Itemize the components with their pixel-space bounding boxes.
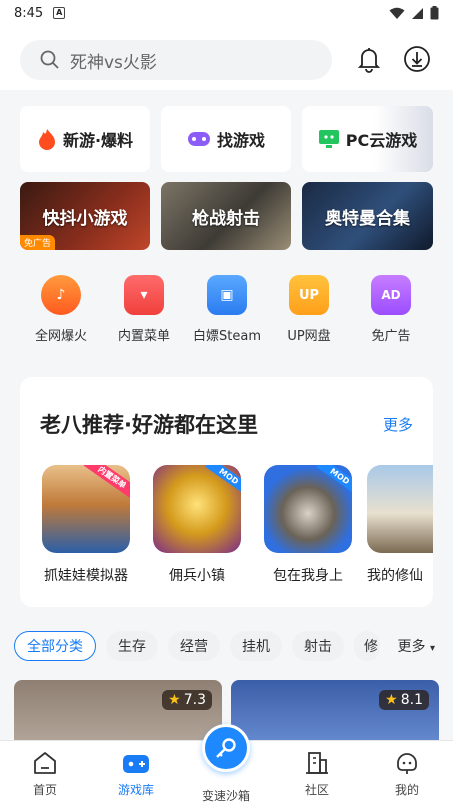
hot-flame-icon: ♪ (41, 275, 81, 315)
search-header: 死神vs火影 (0, 26, 453, 90)
status-time: 8:45 (14, 5, 44, 21)
chevron-down-icon: ▾ (429, 643, 435, 654)
quick-free-steam[interactable]: ▣ 白嫖Steam (182, 275, 272, 344)
download-icon[interactable] (402, 44, 432, 74)
tile-find-games[interactable]: 找游戏 (161, 106, 291, 172)
game-name: 包在我身上 (273, 568, 343, 584)
game-icon-mercenary-town: MOD (153, 465, 241, 553)
quick-up-netdisk[interactable]: UP UP网盘 (264, 275, 354, 344)
game-badge: 内置菜单 (83, 465, 130, 501)
signal-icon (412, 7, 423, 19)
tile-pc-cloud[interactable]: PC云游戏 (302, 106, 433, 172)
category-chip[interactable]: 经营 (168, 631, 220, 661)
tile-new-games-label: 新游·爆料 (62, 131, 134, 150)
quick-trending-label: 全网爆火 (34, 329, 87, 344)
status-bar: 8:45 A (0, 0, 453, 26)
category-chip[interactable]: 修 (354, 631, 380, 661)
tile-shooter-label: 枪战射击 (192, 208, 260, 229)
category-tabs: 全部分类 生存 经营 挂机 射击 修 (14, 630, 380, 662)
recommend-more-link[interactable]: 更多 (383, 414, 413, 435)
wifi-icon (389, 7, 405, 19)
up-cloud-icon: UP (289, 275, 329, 315)
nav-community[interactable]: 社区 (277, 749, 357, 798)
quick-no-ads-label: 免广告 (371, 329, 411, 344)
search-input[interactable]: 死神vs火影 (20, 40, 332, 80)
category-chip-all[interactable]: 全部分类 (14, 631, 96, 661)
categories-more-button[interactable]: 更多 ▾ (398, 636, 435, 656)
quick-builtin-menu-label: 内置菜单 (117, 329, 170, 344)
nav-home-label: 首页 (32, 783, 57, 797)
search-placeholder: 死神vs火影 (70, 52, 157, 73)
tile-kuaidou-mini-games[interactable]: 快抖小游戏 免广告 (20, 182, 150, 250)
star-icon: ★ (168, 692, 181, 708)
quick-free-steam-label: 白嫖Steam (193, 329, 261, 344)
nav-game-library-label: 游戏库 (117, 783, 154, 797)
notifications-bell-icon[interactable] (354, 44, 384, 74)
game-name: 佣兵小镇 (169, 568, 225, 584)
bottom-navigation: 首页 游戏库 变速沙箱 社区 我的 (0, 724, 453, 805)
quick-no-ads[interactable]: AD 免广告 (346, 275, 436, 344)
tile-find-games-label: 找游戏 (216, 131, 265, 150)
game-icon-leave-it-to-me: MOD (264, 465, 352, 553)
game-item[interactable]: MOD 佣兵小镇 (145, 465, 249, 585)
rating-badge: ★ 7.3 (162, 690, 212, 710)
nav-community-label: 社区 (304, 783, 329, 797)
home-icon (34, 752, 56, 774)
key-icon (216, 738, 236, 758)
tile-shooter-games[interactable]: 枪战射击 (161, 182, 291, 250)
ad-block-icon: AD (371, 275, 411, 315)
quick-builtin-menu[interactable]: ▾ 内置菜单 (99, 275, 189, 344)
tile-new-games[interactable]: 新游·爆料 (20, 106, 150, 172)
nav-speed-sandbox[interactable]: 变速沙箱 (186, 787, 266, 804)
rating-badge: ★ 8.1 (379, 690, 429, 710)
quick-up-netdisk-label: UP网盘 (287, 329, 331, 344)
categories-more-label: 更多 (397, 639, 426, 655)
category-chip[interactable]: 射击 (292, 631, 344, 661)
game-icon-my-cultivation (367, 465, 433, 553)
profile-face-icon (397, 753, 417, 774)
nav-game-library[interactable]: 游戏库 (96, 749, 176, 798)
monitor-icon (318, 130, 339, 148)
nav-mine-label: 我的 (394, 783, 419, 797)
game-name: 我的修仙 (367, 568, 423, 584)
tile-ultraman-label: 奥特曼合集 (325, 208, 410, 229)
app-screen: 8:45 A 死神vs火影 新游·爆料 找游戏 PC云游戏 快抖小游戏 免广告 … (0, 0, 453, 805)
rating-value: 7.3 (183, 692, 206, 708)
game-badge: MOD (315, 465, 352, 496)
nav-speed-sandbox-label: 变速沙箱 (201, 789, 250, 803)
community-building-icon (306, 752, 328, 774)
game-badge: MOD (204, 465, 241, 496)
menu-card-icon: ▾ (124, 275, 164, 315)
rating-value: 8.1 (400, 692, 423, 708)
tile-pc-cloud-label: PC云游戏 (345, 131, 418, 150)
category-chip[interactable]: 挂机 (230, 631, 282, 661)
flame-icon (38, 129, 55, 150)
game-item[interactable]: 我的修仙 (367, 465, 433, 585)
game-item[interactable]: MOD 包在我身上 (256, 465, 360, 585)
battery-icon (430, 6, 439, 20)
tile-kuaidou-label: 快抖小游戏 (42, 208, 128, 229)
game-library-icon (123, 755, 149, 773)
game-icon-claw-machine: 内置菜单 (42, 465, 130, 553)
nav-mine[interactable]: 我的 (367, 749, 447, 798)
no-ads-tag: 免广告 (20, 235, 56, 250)
category-chip[interactable]: 生存 (106, 631, 158, 661)
gamepad-icon (187, 132, 210, 146)
quick-trending[interactable]: ♪ 全网爆火 (16, 275, 106, 344)
speed-sandbox-button[interactable] (202, 724, 250, 772)
steam-monitor-icon: ▣ (207, 275, 247, 315)
tile-ultraman-collection[interactable]: 奥特曼合集 (302, 182, 433, 250)
star-icon: ★ (385, 692, 398, 708)
recommend-section: 老八推荐·好游都在这里 更多 内置菜单 抓娃娃模拟器 MOD 佣兵小镇 MOD … (20, 377, 433, 607)
game-item[interactable]: 内置菜单 抓娃娃模拟器 (34, 465, 138, 585)
game-name: 抓娃娃模拟器 (44, 568, 128, 584)
nav-home[interactable]: 首页 (5, 749, 85, 798)
recommend-title: 老八推荐·好游都在这里 (40, 413, 258, 437)
search-icon (40, 50, 59, 69)
notification-a-icon: A (53, 7, 66, 19)
